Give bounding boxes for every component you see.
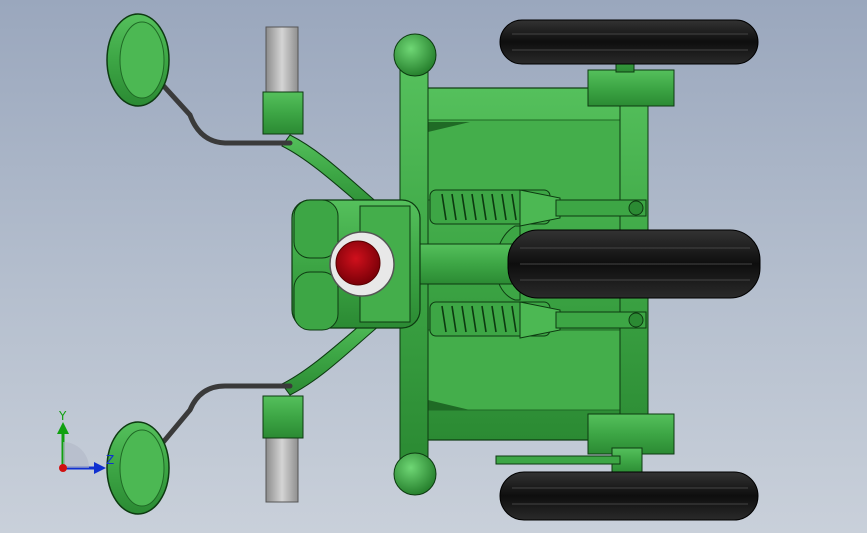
y-axis-arrow — [57, 422, 69, 434]
z-axis-arrow — [94, 462, 106, 474]
front-wheel-bottom-face — [119, 429, 165, 507]
pipe-bottom — [265, 427, 299, 503]
drive-shaft — [404, 243, 516, 285]
bracket-top — [587, 69, 675, 107]
cad-viewport[interactable]: Y Z — [0, 0, 867, 533]
chassis-inner-top — [427, 119, 625, 201]
rear-tire-bottom — [499, 471, 759, 521]
tractor-model[interactable] — [0, 0, 867, 533]
chassis-inner-bottom — [427, 329, 625, 411]
knob-top — [393, 33, 437, 77]
y-axis-label: Y — [58, 410, 67, 423]
front-wheel-top-face — [119, 21, 165, 99]
knob-bottom — [393, 452, 437, 496]
triad-arc — [63, 442, 89, 468]
collar-top — [262, 91, 304, 135]
headlight-lens — [335, 240, 381, 286]
collar-bottom — [262, 395, 304, 439]
axis-triad[interactable]: Y Z — [48, 410, 118, 490]
rear-tire-top — [499, 19, 759, 65]
engine-lobe-top — [293, 199, 339, 259]
x-axis-origin — [59, 464, 67, 472]
engine-lobe-bottom — [293, 271, 339, 331]
rod-bottom-small — [495, 455, 621, 465]
z-axis-label: Z — [106, 453, 114, 467]
